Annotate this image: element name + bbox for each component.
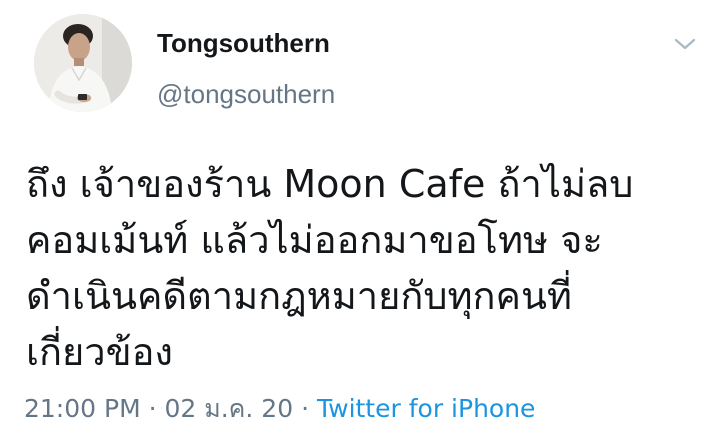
user-handle[interactable]: @tongsouthern [157, 79, 335, 110]
tweet-text-line: เกี่ยวข้อง [26, 330, 173, 374]
avatar[interactable] [34, 14, 132, 112]
profile-photo-icon [34, 14, 132, 112]
tweet-date[interactable]: 02 ม.ค. 20 [165, 394, 294, 423]
tweet-text-line: คอมเม้นท์ แล้วไม่ออกมาขอโทษ จะ [26, 218, 603, 262]
chevron-down-icon[interactable] [672, 34, 698, 54]
tweet-source-link[interactable]: Twitter for iPhone [317, 394, 535, 423]
tweet-metadata: 21:00 PM · 02 ม.ค. 20 · Twitter for iPho… [24, 389, 535, 429]
tweet-text: ถึง เจ้าของร้าน Moon Cafe ถ้าไม่ลบ คอมเม… [26, 156, 696, 380]
tweet-time[interactable]: 21:00 PM [24, 394, 141, 423]
tweet-card: Tongsouthern @tongsouthern ถึง เจ้าของร้… [0, 0, 709, 447]
display-name[interactable]: Tongsouthern [157, 28, 330, 59]
tweet-text-line: ดำเนินคดีตามกฎหมายกับทุกคนที่ [26, 274, 572, 318]
meta-separator: · [301, 394, 310, 423]
tweet-text-line: ถึง เจ้าของร้าน Moon Cafe ถ้าไม่ลบ [26, 162, 634, 206]
meta-separator: · [148, 394, 157, 423]
